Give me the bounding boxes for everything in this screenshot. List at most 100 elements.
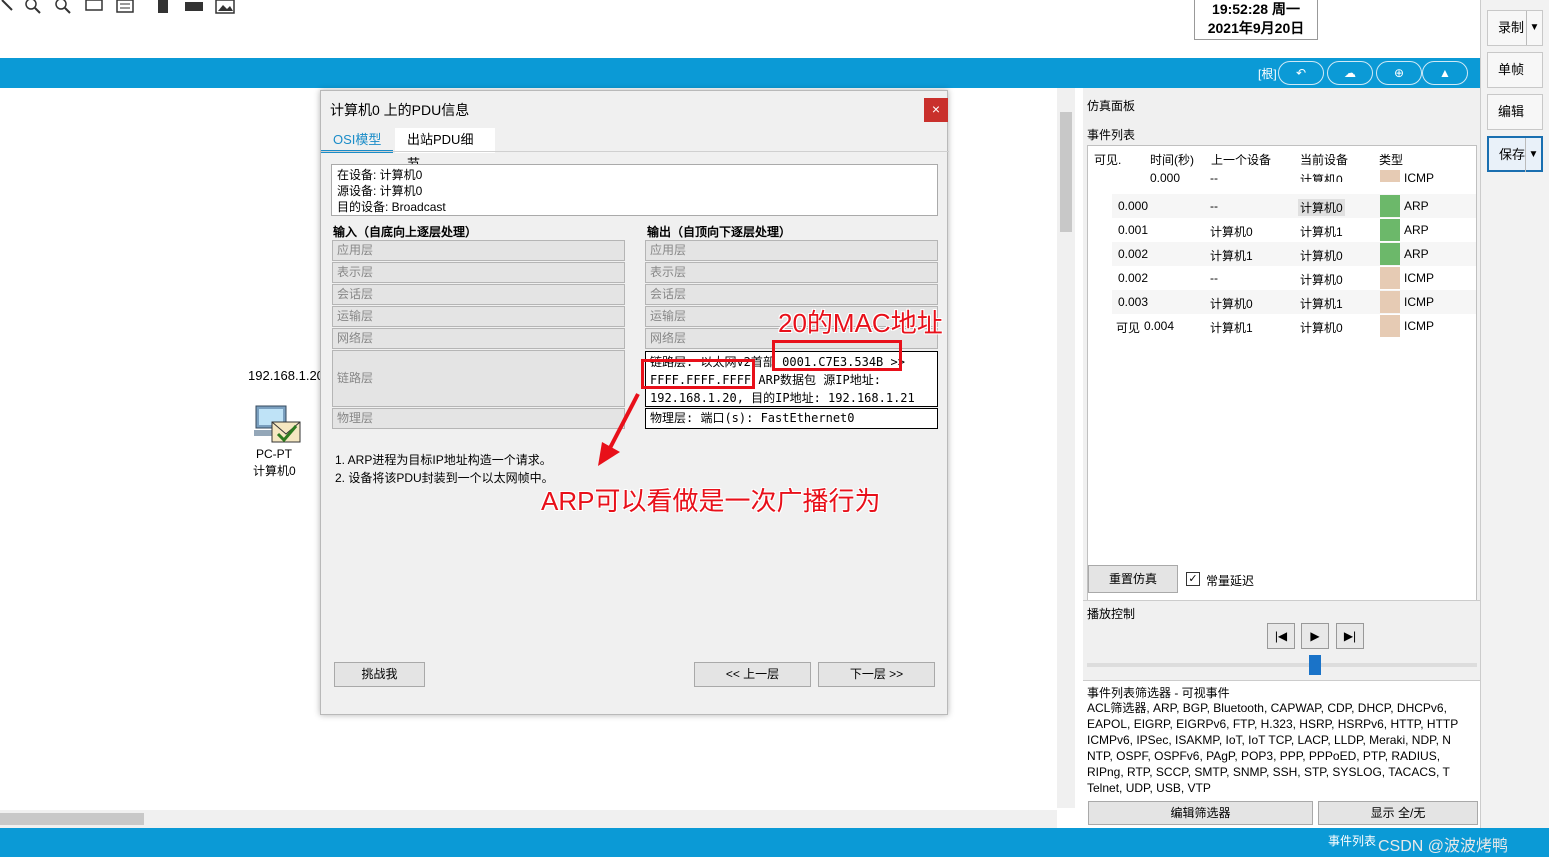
step-button[interactable]: 单帧 bbox=[1487, 52, 1543, 88]
annotation-arp-text: ARP可以看做是一次广播行为 bbox=[541, 486, 881, 516]
table-row[interactable]: 0.002 计算机1 计算机0 ARP bbox=[1112, 242, 1476, 266]
dest-device: 目的设备: Broadcast bbox=[337, 200, 446, 214]
event-color-swatch bbox=[1380, 195, 1400, 217]
filter-line: EAPOL, EIGRP, EIGRPv6, FTP, H.323, HSRP,… bbox=[1087, 717, 1459, 731]
event-last-device: 计算机1 bbox=[1210, 249, 1253, 263]
background-image-icon[interactable]: ▲ bbox=[1422, 61, 1468, 85]
event-current-device: 计算机1 bbox=[1300, 225, 1343, 239]
edit-filters-button[interactable]: 编辑筛选器 bbox=[1088, 801, 1313, 825]
in-layer-transport[interactable]: 运输层 bbox=[332, 306, 625, 327]
edit-label: 编辑 bbox=[1498, 104, 1525, 119]
chevron-down-icon[interactable]: ▼ bbox=[1526, 11, 1542, 45]
out-layer-application[interactable]: 应用层 bbox=[645, 240, 938, 261]
image-icon[interactable] bbox=[215, 0, 235, 16]
event-type: ICMP bbox=[1404, 295, 1434, 309]
pc-type-label: PC-PT bbox=[256, 447, 292, 461]
in-layer-network[interactable]: 网络层 bbox=[332, 328, 625, 349]
event-time: 0.002 bbox=[1118, 247, 1149, 261]
table-row[interactable]: 0.000 -- 计算机0 ARP bbox=[1112, 194, 1476, 218]
zoom-out-icon[interactable] bbox=[52, 0, 72, 16]
view-bar: [根] ↶ ☁ ⊕ ▲ bbox=[0, 58, 1480, 88]
reset-simulation-button[interactable]: 重置仿真 bbox=[1088, 565, 1178, 593]
network-icon[interactable]: ⊕ bbox=[1376, 61, 1422, 85]
scroll-thumb[interactable] bbox=[0, 813, 144, 825]
description-line: 1. ARP进程为目标IP地址构造一个请求。 bbox=[335, 453, 552, 467]
col-time: 时间(秒) bbox=[1150, 153, 1194, 167]
event-time: 0.002 bbox=[1118, 271, 1149, 285]
device-icon[interactable] bbox=[154, 0, 174, 16]
event-type: ICMP bbox=[1404, 171, 1434, 182]
col-visible: 可见. bbox=[1094, 153, 1122, 167]
speed-slider-thumb[interactable] bbox=[1309, 655, 1321, 675]
event-current-device: 计算机0 bbox=[1300, 173, 1343, 182]
next-layer-button[interactable]: 下一层 >> bbox=[818, 662, 935, 687]
in-layer-presentation[interactable]: 表示层 bbox=[332, 262, 625, 283]
in-layer-link[interactable]: 链路层 bbox=[332, 350, 625, 407]
step-back-icon[interactable]: |◀ bbox=[1267, 623, 1295, 649]
event-list-tab[interactable]: 事件列表 bbox=[1328, 832, 1376, 849]
filter-line: NTP, OSPF, OSPFv6, PAgP, POP3, PPP, PPPo… bbox=[1087, 749, 1441, 763]
annotation-box-src-mac bbox=[772, 340, 902, 371]
zoom-in-icon[interactable] bbox=[22, 0, 42, 16]
horizontal-scrollbar[interactable] bbox=[0, 810, 1057, 828]
filter-title: 事件列表筛选器 - 可视事件 bbox=[1087, 686, 1230, 700]
record-button[interactable]: 录制 ▼ bbox=[1487, 10, 1543, 46]
clock: 19:52:28 周一 2021年9月20日 bbox=[1194, 0, 1318, 40]
link-line-3: 192.168.1.20, 目的IP地址: 192.168.1.21 bbox=[650, 391, 915, 405]
cloud-icon[interactable]: ☁ bbox=[1327, 61, 1373, 85]
challenge-me-button[interactable]: 挑战我 bbox=[334, 662, 425, 687]
in-layer-session[interactable]: 会话层 bbox=[332, 284, 625, 305]
event-last-device: -- bbox=[1210, 271, 1218, 285]
annotation-arrow-icon bbox=[598, 393, 640, 466]
table-row[interactable]: 0.001 计算机0 计算机1 ARP bbox=[1112, 218, 1476, 242]
filter-line: ICMPv6, IPSec, ISAKMP, IoT, IoT TCP, LAC… bbox=[1087, 733, 1451, 747]
table-row[interactable]: 0.000 -- 计算机0 ICMP bbox=[1112, 170, 1476, 182]
at-device: 在设备: 计算机0 bbox=[337, 168, 423, 182]
constant-delay-checkbox[interactable]: ✓ bbox=[1186, 572, 1200, 586]
note-icon[interactable] bbox=[115, 0, 135, 16]
save-button[interactable]: 保存 ▼ bbox=[1487, 136, 1543, 172]
show-all-none-button[interactable]: 显示 全/无 bbox=[1318, 801, 1478, 825]
event-color-swatch bbox=[1380, 170, 1400, 182]
vertical-scrollbar[interactable] bbox=[1057, 88, 1075, 808]
in-layer-application[interactable]: 应用层 bbox=[332, 240, 625, 261]
out-layer-physical[interactable]: 物理层: 端口(s): FastEthernet0 bbox=[645, 408, 938, 429]
bottom-bar: 事件列表 CSDN @波波烤鸭 bbox=[0, 828, 1549, 857]
record-label: 录制 bbox=[1498, 20, 1525, 35]
simulation-panel: 仿真面板 事件列表 可见. 时间(秒) 上一个设备 当前设备 类型 0.000 … bbox=[1083, 88, 1480, 828]
tab-osi-model[interactable]: OSI模型 bbox=[321, 128, 394, 153]
edit-button[interactable]: 编辑 bbox=[1487, 94, 1543, 130]
filter-line: Telnet, UDP, USB, VTP bbox=[1087, 781, 1211, 795]
rectangle-icon[interactable] bbox=[84, 0, 104, 16]
root-label[interactable]: [根] bbox=[1258, 65, 1277, 82]
speed-slider-track[interactable] bbox=[1087, 663, 1477, 667]
out-layer-presentation[interactable]: 表示层 bbox=[645, 262, 938, 283]
previous-layer-button[interactable]: << 上一层 bbox=[694, 662, 811, 687]
scroll-thumb[interactable] bbox=[1060, 112, 1072, 232]
back-icon[interactable]: ↶ bbox=[1278, 61, 1324, 85]
table-row[interactable]: 0.002 -- 计算机0 ICMP bbox=[1112, 266, 1476, 290]
cluster-icon[interactable] bbox=[184, 0, 204, 16]
source-device: 源设备: 计算机0 bbox=[337, 184, 423, 198]
event-last-device: 计算机0 bbox=[1210, 225, 1253, 239]
event-current-device: 计算机0 bbox=[1300, 249, 1343, 263]
play-icon[interactable]: ▶ bbox=[1301, 623, 1329, 649]
step-forward-icon[interactable]: ▶| bbox=[1336, 623, 1364, 649]
tab-outbound-pdu[interactable]: 出站PDU细节 bbox=[395, 128, 495, 171]
step-label: 单帧 bbox=[1498, 62, 1525, 77]
event-time: 0.000 bbox=[1118, 199, 1149, 213]
clock-date: 2021年9月20日 bbox=[1207, 20, 1305, 36]
chevron-down-icon[interactable]: ▼ bbox=[1525, 138, 1541, 172]
filter-line: RIPng, RTP, SCCP, SMTP, SNMP, SSH, STP, … bbox=[1087, 765, 1450, 779]
col-last-device: 上一个设备 bbox=[1211, 153, 1272, 167]
in-layer-physical[interactable]: 物理层 bbox=[332, 408, 625, 429]
event-color-swatch bbox=[1380, 243, 1400, 265]
event-type: ICMP bbox=[1404, 319, 1434, 333]
table-row[interactable]: 0.003 计算机0 计算机1 ICMP bbox=[1112, 290, 1476, 314]
out-layer-session[interactable]: 会话层 bbox=[645, 284, 938, 305]
table-row[interactable]: 可见 0.004 计算机1 计算机0 ICMP bbox=[1112, 314, 1476, 338]
save-label: 保存 bbox=[1499, 147, 1526, 162]
select-icon[interactable] bbox=[0, 0, 20, 16]
pc-icon[interactable] bbox=[252, 404, 304, 448]
close-button[interactable]: × bbox=[924, 98, 948, 122]
